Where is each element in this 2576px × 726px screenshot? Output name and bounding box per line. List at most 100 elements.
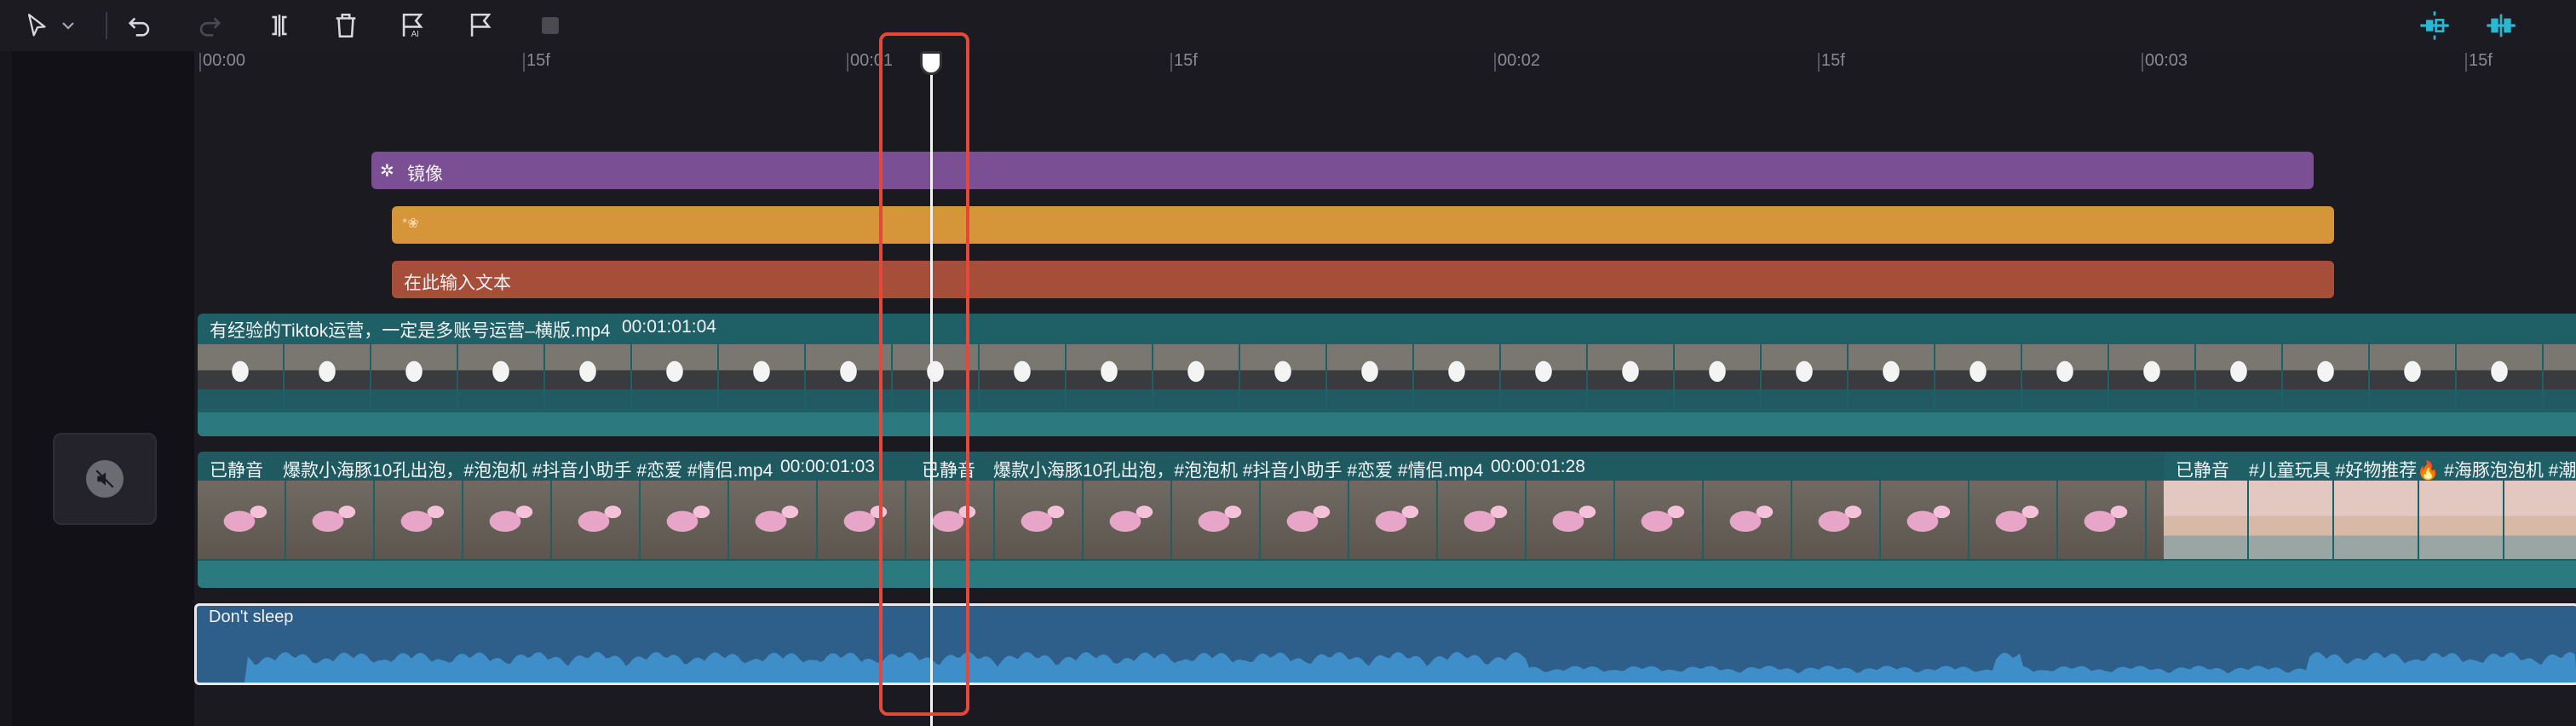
video-thumbnail: [545, 344, 632, 409]
video-thumbnail: [375, 481, 463, 559]
video-thumbnail: [2283, 344, 2370, 409]
video-thumbnails: [2164, 481, 2576, 559]
sticker-clip[interactable]: *❀: [392, 206, 2334, 244]
ruler-tick: [847, 53, 848, 72]
video-thumbnail: [2334, 481, 2419, 559]
freeze-frame-icon: [542, 17, 559, 34]
video-thumbnail: [1438, 481, 1527, 559]
video-thumbnail: [2544, 344, 2576, 409]
video-thumbnail: [906, 481, 995, 559]
video-clip-main[interactable]: 有经验的Tiktok运营，一定是多账号运营–横版.mp4 00:01:01:04: [198, 314, 2576, 436]
video-thumbnail: [1327, 344, 1414, 409]
video-clip-duration: 00:00:01:03: [780, 457, 875, 476]
video-thumbnail: [1704, 481, 1792, 559]
time-ruler[interactable]: 00:00 15f 00:01 15f 00:02 15f 00:03 15f: [194, 51, 2576, 82]
split-button[interactable]: [261, 7, 298, 44]
ruler-label: 00:00: [203, 51, 246, 70]
snap-button[interactable]: [2416, 7, 2453, 44]
video-clip-name: #儿童玩具 #好物推荐🔥 #海豚泡泡机 #潮玩: [2249, 461, 2576, 481]
ruler-label: 00:01: [850, 51, 894, 70]
video-thumbnail: [632, 344, 719, 409]
ruler-tick: [523, 53, 525, 72]
video-thumbnail: [893, 344, 980, 409]
video-clip-duration: 00:01:01:04: [622, 317, 716, 337]
video-clip-toy[interactable]: 已静音 #儿童玩具 #好物推荐🔥 #海豚泡泡机 #潮玩: [2164, 452, 2576, 588]
redo-button[interactable]: [191, 7, 228, 44]
video-thumbnail: [285, 344, 371, 409]
video-thumbnail: [729, 481, 818, 559]
sticker-clip-label: *❀: [402, 216, 419, 231]
select-dropdown-button[interactable]: [58, 7, 78, 44]
toolbar-divider: [106, 12, 107, 39]
snap-icon: [2420, 11, 2449, 40]
mute-track-button[interactable]: [53, 433, 157, 525]
mute-icon: [86, 460, 124, 498]
video-thumbnail: [1527, 481, 1615, 559]
ruler-tick: [2465, 53, 2467, 72]
effect-clip-label: 镜像: [407, 164, 443, 184]
video-thumbnail: [2504, 481, 2576, 559]
video-thumbnail: [2109, 344, 2196, 409]
text-clip[interactable]: 在此输入文本: [392, 261, 2334, 298]
video-thumbnail: [806, 344, 893, 409]
video-thumbnail: [1792, 481, 1881, 559]
auto-caption-icon: AI: [402, 13, 423, 39]
video-clip-dolphin[interactable]: 已静音 爆款小海豚10孔出泡，#泡泡机 #抖音小助手 #恋爱 #情侣.mp4 0…: [198, 452, 2242, 588]
auto-caption-button[interactable]: AI: [394, 7, 431, 44]
video-thumbnail: [2196, 344, 2283, 409]
video-thumbnail: [198, 344, 285, 409]
svg-text:AI: AI: [411, 30, 419, 39]
video-thumbnail: [1172, 481, 1261, 559]
video-thumbnail: [641, 481, 729, 559]
video-thumbnail: [552, 481, 641, 559]
video-audio-strip: [198, 412, 2576, 436]
delete-button[interactable]: [327, 7, 365, 44]
video-thumbnail: [2370, 344, 2457, 409]
video-thumbnail: [818, 481, 906, 559]
video-thumbnail: [2058, 481, 2147, 559]
video-audio-strip: [2164, 561, 2576, 588]
redo-icon: [199, 17, 221, 37]
effect-icon: ✲: [380, 162, 394, 181]
waveform-shape: [197, 652, 2576, 683]
ruler-tick: [199, 53, 201, 72]
video-thumbnail: [1881, 481, 1969, 559]
marker-button[interactable]: [462, 7, 499, 44]
timeline-toolbar: AI: [0, 0, 2576, 51]
video-thumbnail: [2419, 481, 2504, 559]
video-thumbnail: [1935, 344, 2022, 409]
video-thumbnail: [1762, 344, 1849, 409]
playhead-handle[interactable]: [920, 51, 942, 75]
video-thumbnail: [1084, 481, 1172, 559]
video-thumbnail: [1588, 344, 1675, 409]
video-thumbnail: [2022, 344, 2109, 409]
link-clips-button[interactable]: [2482, 7, 2520, 44]
link-icon: [2487, 14, 2516, 37]
undo-button[interactable]: [121, 7, 158, 44]
freeze-frame-button[interactable]: [532, 7, 569, 44]
video-thumbnail: [1615, 481, 1704, 559]
ruler-tick: [2142, 53, 2143, 72]
video-thumbnail: [1675, 344, 1762, 409]
delete-icon: [336, 13, 356, 38]
ruler-tick: [1494, 53, 1496, 72]
undo-icon: [128, 17, 150, 37]
video-thumbnail: [286, 481, 375, 559]
ruler-label: 15f: [2469, 51, 2493, 70]
video-audio-strip: [198, 561, 2242, 588]
text-clip-label: 在此输入文本: [404, 274, 511, 293]
audio-clip[interactable]: Don't sleep: [194, 603, 2576, 685]
playhead-line: [930, 56, 933, 726]
video-thumbnail: [719, 344, 806, 409]
video-thumbnail: [463, 481, 552, 559]
video-thumbnail: [1414, 344, 1501, 409]
video-thumbnail: [995, 481, 1084, 559]
marker-icon: [470, 13, 492, 37]
ruler-label: 15f: [526, 51, 550, 70]
video-clip-duration: 00:00:01:28: [1491, 457, 1585, 476]
video-thumbnail: [980, 344, 1067, 409]
effect-clip[interactable]: ✲ 镜像: [371, 152, 2314, 189]
ruler-tick: [1170, 53, 1172, 72]
video-thumbnail: [371, 344, 458, 409]
select-tool-button[interactable]: [19, 7, 56, 44]
